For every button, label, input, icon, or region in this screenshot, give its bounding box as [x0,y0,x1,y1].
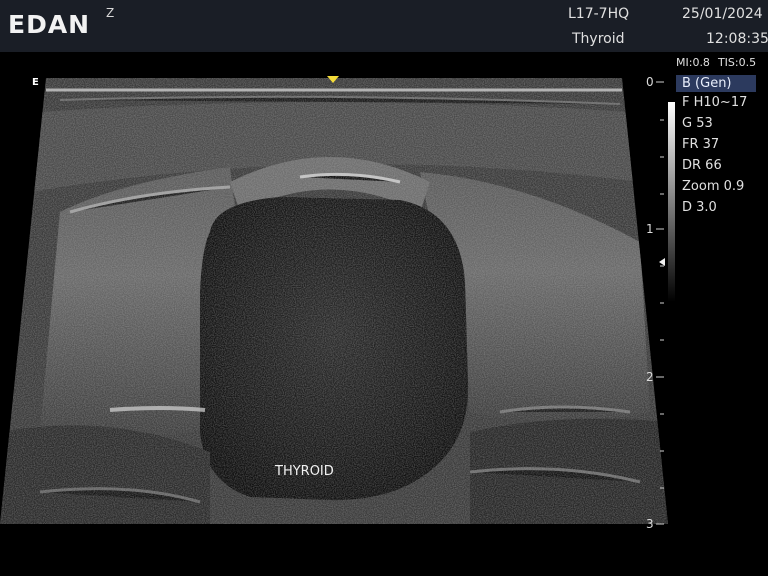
frequency-param[interactable]: F H10~17 [676,92,768,113]
grayscale-bar [668,102,675,302]
depth-param[interactable]: D 3.0 [676,197,768,218]
mi-value: MI:0.8 [676,56,710,69]
parameter-panel: MI:0.8 TIS:0.5 B (Gen) F H10~17 G 53 FR 3… [676,56,768,218]
ultrasound-image[interactable] [0,52,668,524]
gain-param[interactable]: G 53 [676,113,768,134]
center-line-marker [327,76,339,83]
imaging-mode[interactable]: B (Gen) [676,75,756,92]
zoom-indicator: Z [106,6,115,20]
dynamic-range-param[interactable]: DR 66 [676,155,768,176]
depth-label-1: 1 [646,222,654,236]
depth-ticks [656,81,664,525]
orientation-marker: E [32,77,39,88]
frame-rate-param[interactable]: FR 37 [676,134,768,155]
exam-preset: Thyroid [572,31,625,47]
depth-label-3: 3 [646,517,654,531]
tis-value: TIS:0.5 [717,56,757,69]
exam-time: 12:08:35 [706,31,768,47]
body-annotation[interactable]: THYROID [275,464,334,479]
exam-date: 25/01/2024 [682,6,763,22]
depth-scale: 0 1 2 3 [638,52,668,532]
zoom-param[interactable]: Zoom 0.9 [676,176,768,197]
focus-marker[interactable] [659,258,665,266]
safety-indices: MI:0.8 TIS:0.5 [676,56,768,69]
ultrasound-screen: EDAN Z L17-7HQ Thyroid 25/01/2024 12:08:… [0,0,768,576]
header-bar: EDAN Z L17-7HQ Thyroid 25/01/2024 12:08:… [0,0,768,52]
probe-name: L17-7HQ [568,6,630,22]
brand-logo: EDAN [8,10,91,39]
depth-label-0: 0 [646,75,654,89]
depth-label-2: 2 [646,370,654,384]
